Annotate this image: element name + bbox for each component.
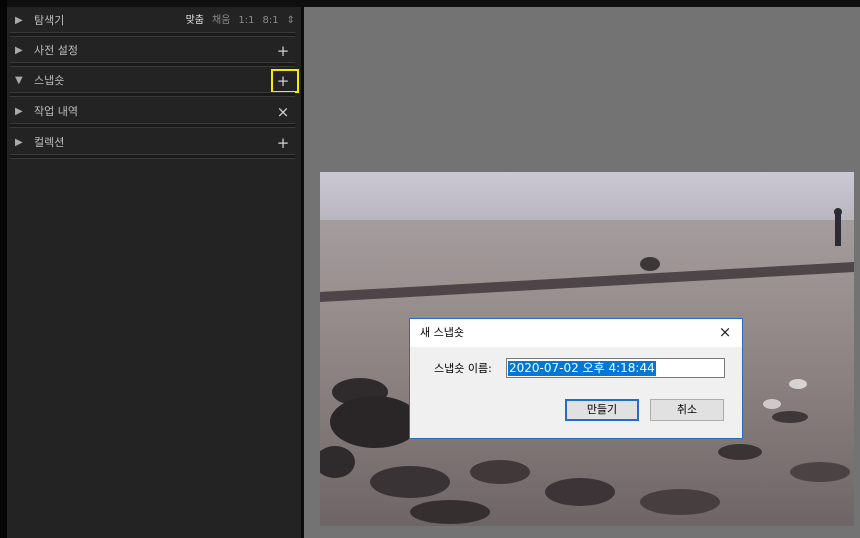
triangle-right-icon[interactable]: ▶ [15, 106, 25, 118]
dialog-titlebar[interactable]: 새 스냅숏 × [410, 319, 742, 347]
zoom-fit[interactable]: 맞춤 [186, 15, 204, 26]
add-collection-icon[interactable]: + [275, 135, 291, 151]
close-icon[interactable]: × [716, 323, 734, 341]
section-navigator[interactable]: ▶ 탐색기 맞춤 채움 1:1 8:1 ⇕ [7, 7, 301, 37]
section-divider [10, 123, 295, 128]
section-divider [10, 92, 295, 97]
image-canvas [304, 7, 860, 538]
section-history[interactable]: ▶ 작업 내역 × [7, 98, 301, 128]
section-collections[interactable]: ▶ 컬렉션 + [7, 129, 301, 159]
section-snapshots[interactable]: ▼ 스냅숏 + [7, 67, 301, 97]
section-label: 스냅숏 [34, 74, 65, 87]
zoom-1-1[interactable]: 1:1 [238, 15, 254, 26]
clear-history-icon[interactable]: × [275, 104, 291, 120]
navigator-zoom-options: 맞춤 채움 1:1 8:1 ⇕ [178, 13, 295, 29]
top-bar [0, 0, 860, 7]
left-edge [0, 0, 7, 538]
zoom-8-1[interactable]: 8:1 [263, 15, 279, 26]
create-button[interactable]: 만들기 [565, 399, 639, 421]
section-presets[interactable]: ▶ 사전 설정 + [7, 37, 301, 67]
triangle-right-icon[interactable]: ▶ [15, 15, 25, 27]
dialog-title: 새 스냅숏 [420, 326, 464, 339]
triangle-right-icon[interactable]: ▶ [15, 45, 25, 57]
section-label: 사전 설정 [34, 44, 78, 57]
left-panel: ▶ 탐색기 맞춤 채움 1:1 8:1 ⇕ ▶ 사전 설정 + ▼ 스냅숏 + ▶ 작업… [7, 7, 301, 538]
section-label: 작업 내역 [34, 105, 78, 118]
triangle-down-icon[interactable]: ▼ [15, 75, 25, 87]
section-divider [10, 154, 295, 159]
section-label: 탐색기 [34, 14, 65, 27]
zoom-stepper-icon[interactable]: ⇕ [287, 15, 295, 26]
add-preset-icon[interactable]: + [275, 43, 291, 59]
triangle-right-icon[interactable]: ▶ [15, 137, 25, 149]
snapshot-name-input[interactable]: 2020-07-02 오후 4:18:44 [506, 358, 725, 378]
zoom-fill[interactable]: 채움 [212, 15, 230, 26]
section-label: 컬렉션 [34, 136, 65, 149]
cancel-button[interactable]: 취소 [650, 399, 724, 421]
snapshot-name-value[interactable]: 2020-07-02 오후 4:18:44 [508, 361, 656, 376]
snapshot-name-label: 스냅숏 이름: [434, 362, 492, 375]
add-snapshot-icon[interactable]: + [275, 73, 291, 89]
new-snapshot-dialog: 새 스냅숏 × 스냅숏 이름: 2020-07-02 오후 4:18:44 만들… [409, 318, 743, 439]
